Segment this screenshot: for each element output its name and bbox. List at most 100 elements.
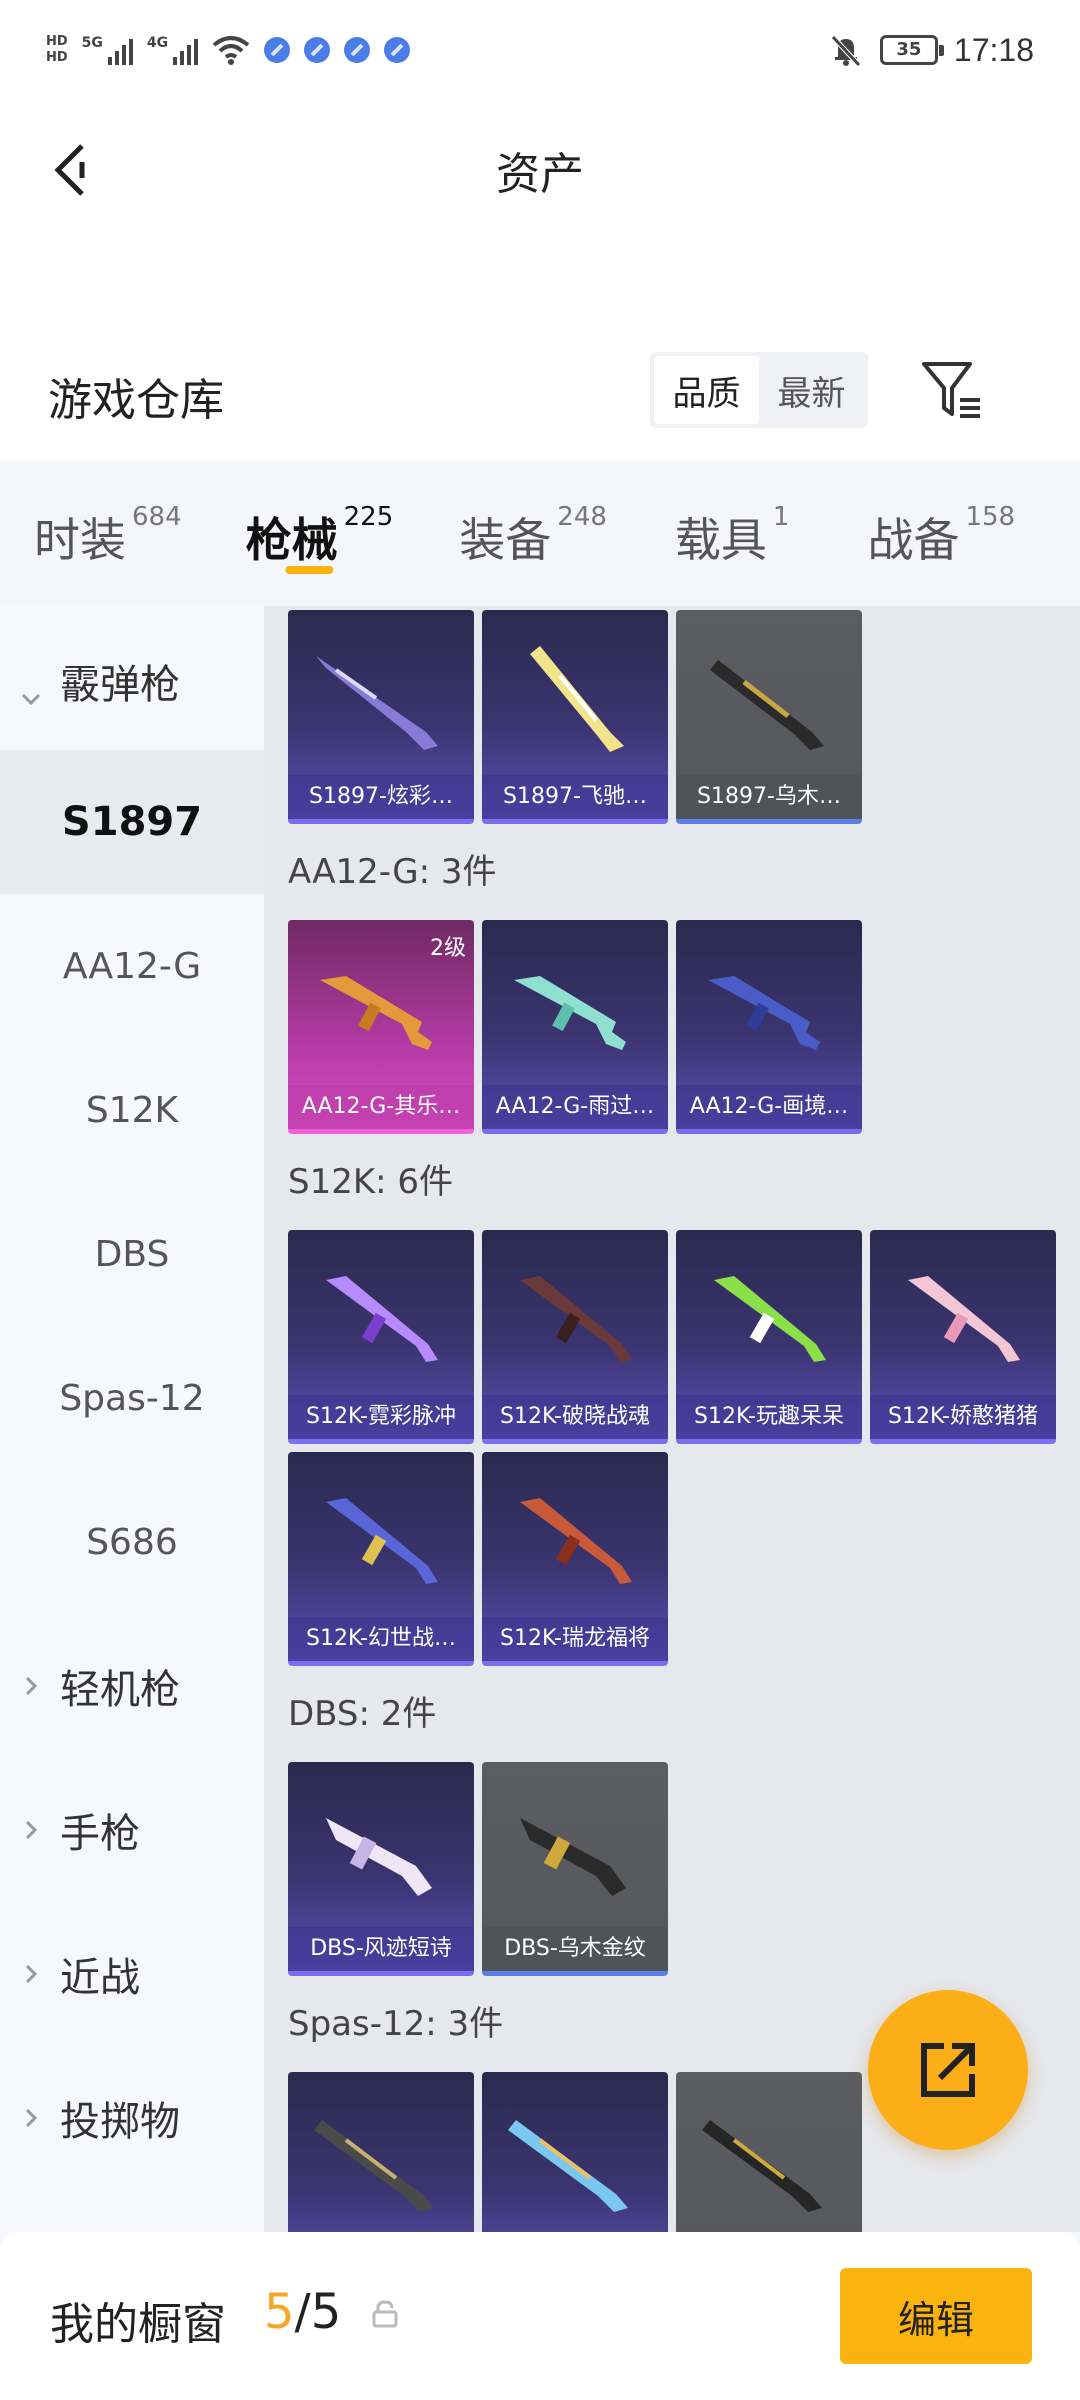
sidebar-item-spas12[interactable]: Spas-12 (0, 1326, 264, 1470)
skin-card[interactable]: S12K-瑞龙福将 (482, 1452, 668, 1666)
back-button[interactable] (40, 130, 100, 210)
warehouse-bar: 游戏仓库 品质 最新 (0, 340, 1080, 460)
chevron-right-icon (25, 1676, 38, 1696)
skin-name: S12K-娇憨猪猪 (870, 1395, 1056, 1439)
share-button[interactable] (868, 1990, 1028, 2150)
dbs-grid: DBS-风迹短诗 DBS-乌木金纹 (264, 1762, 1080, 1976)
sidebar-group-label: 近战 (60, 1955, 140, 2001)
rifle-skin-icon (714, 1276, 826, 1362)
rifle-skin-icon (514, 976, 626, 1050)
app-notification-icon (344, 37, 371, 63)
sidebar-group-throwable[interactable]: 投掷物 (0, 2046, 264, 2190)
skin-card[interactable]: 2级 AA12-G-其乐… (288, 920, 474, 1134)
hd-icon: HD HD (46, 34, 68, 66)
sidebar-group-label: 手枪 (60, 1811, 140, 1857)
sort-option-newest[interactable]: 最新 (759, 356, 864, 424)
clock: 17:18 (953, 31, 1034, 68)
filter-list-icon[interactable] (916, 354, 988, 426)
tab-label: 枪械 (245, 513, 338, 567)
bullpup-shotgun-skin-icon (326, 1818, 432, 1896)
sidebar-group-lmg[interactable]: 轻机枪 (0, 1614, 264, 1758)
status-bar-left: HD HD 5G 4G (46, 26, 411, 74)
chevron-right-icon (25, 1964, 38, 1984)
skin-card[interactable]: S12K-霓彩脉冲 (288, 1230, 474, 1444)
skin-card[interactable]: S12K-玩趣呆呆 (676, 1230, 862, 1444)
tab-label: 时装 (34, 513, 126, 567)
app-notification-icon (264, 37, 291, 63)
s1897-grid: S1897-炫彩… S1897-飞驰… S1897-乌木… (264, 610, 1080, 824)
skin-card[interactable]: S12K-娇憨猪猪 (870, 1230, 1056, 1444)
s12k-grid: S12K-霓彩脉冲 S12K-破晓战魂 S12K-玩趣呆呆 S12K-娇憨猪猪 … (264, 1230, 1080, 1666)
rifle-skin-icon (320, 976, 432, 1050)
skin-card[interactable] (482, 2072, 668, 2232)
skin-name: S12K-破晓战魂 (482, 1395, 668, 1439)
skin-card[interactable]: S12K-破晓战魂 (482, 1230, 668, 1444)
skin-name: S12K-玩趣呆呆 (676, 1395, 862, 1439)
share-export-icon (921, 2043, 975, 2097)
chevron-right-icon (25, 1820, 38, 1840)
rifle-skin-icon (520, 1498, 632, 1584)
bullpup-shotgun-skin-icon (520, 1818, 626, 1896)
skin-name: DBS-风迹短诗 (288, 1927, 474, 1971)
skin-card[interactable] (288, 2072, 474, 2232)
skin-card[interactable]: S1897-炫彩… (288, 610, 474, 824)
skin-card[interactable]: DBS-乌木金纹 (482, 1762, 668, 1976)
signal-5g-icon: 5G (82, 35, 133, 65)
skin-name: AA12-G-雨过… (482, 1085, 668, 1129)
sort-segmented-control: 品质 最新 (650, 352, 868, 428)
section-title: DBS: 2件 (288, 1694, 437, 1734)
sidebar-item-s686[interactable]: S686 (0, 1470, 264, 1614)
sidebar-item-s1897[interactable]: S1897 (0, 750, 264, 894)
app-notification-icon (384, 37, 411, 63)
skin-name: S1897-乌木… (676, 775, 862, 819)
tab-supplies[interactable]: 战备 158 (867, 460, 1015, 606)
skin-name: AA12-G-其乐… (288, 1085, 474, 1129)
skin-name: S1897-飞驰… (482, 775, 668, 819)
status-bar-right: 35 17:18 (828, 26, 1034, 74)
sidebar-group-label: 轻机枪 (60, 1667, 180, 1713)
skin-card[interactable]: AA12-G-画境… (676, 920, 862, 1134)
network-label: 5G (81, 35, 103, 51)
sidebar-group-shotgun[interactable]: 霰弹枪 (0, 606, 264, 716)
rifle-skin-icon (326, 1276, 438, 1362)
tab-label: 载具 (674, 513, 767, 567)
shotgun-skin-icon (508, 2120, 628, 2212)
weapon-type-sidebar: 霰弹枪 S1897 AA12-G S12K DBS Spas-12 S686 轻… (0, 606, 264, 2232)
tab-vehicles[interactable]: 载具 1 (675, 460, 790, 606)
sidebar-item-s12k[interactable]: S12K (0, 1038, 264, 1182)
section-title: S12K: 6件 (288, 1162, 454, 1202)
tab-equipment[interactable]: 装备 248 (459, 460, 607, 606)
sidebar-item-aa12g[interactable]: AA12-G (0, 894, 264, 1038)
chevron-left-icon (54, 144, 85, 196)
warehouse-title: 游戏仓库 (48, 375, 224, 426)
tab-label: 战备 (867, 513, 960, 567)
tab-fashion[interactable]: 时装 684 (34, 460, 182, 606)
skin-name: DBS-乌木金纹 (482, 1927, 668, 1971)
skin-card[interactable]: DBS-风迹短诗 (288, 1762, 474, 1976)
rifle-skin-icon (520, 1276, 632, 1362)
showcase-bar: 我的橱窗 5/5 编辑 (0, 2232, 1080, 2400)
sidebar-group-label: 投掷物 (60, 2099, 180, 2145)
hd-label: HD (46, 34, 68, 49)
sidebar-group-melee[interactable]: 近战 (0, 1902, 264, 2046)
sidebar-group-pistol[interactable]: 手枪 (0, 1758, 264, 1902)
lock-icon (372, 2300, 398, 2328)
app-header: 资产 (0, 100, 1080, 340)
shotgun-skin-icon (530, 646, 624, 752)
item-grid-panel: S1897-炫彩… S1897-飞驰… S1897-乌木… AA12-G: 3件… (264, 606, 1080, 2232)
tab-firearms[interactable]: 枪械 225 (246, 460, 394, 606)
sort-option-quality[interactable]: 品质 (654, 356, 759, 424)
skin-card[interactable]: S12K-幻世战… (288, 1452, 474, 1666)
skin-card[interactable]: AA12-G-雨过… (482, 920, 668, 1134)
chevron-right-icon (25, 2108, 38, 2128)
skin-card[interactable]: S1897-飞驰… (482, 610, 668, 824)
showcase-title: 我的橱窗 (50, 2299, 226, 2350)
edit-button[interactable]: 编辑 (840, 2268, 1032, 2364)
skin-card[interactable]: S1897-乌木… (676, 610, 862, 824)
skin-name: S1897-炫彩… (288, 775, 474, 819)
showcase-total: /5 (294, 2284, 342, 2340)
sidebar-item-dbs[interactable]: DBS (0, 1182, 264, 1326)
skin-card[interactable] (676, 2072, 862, 2232)
tab-count: 158 (965, 502, 1016, 532)
battery-icon: 35 (879, 35, 944, 65)
